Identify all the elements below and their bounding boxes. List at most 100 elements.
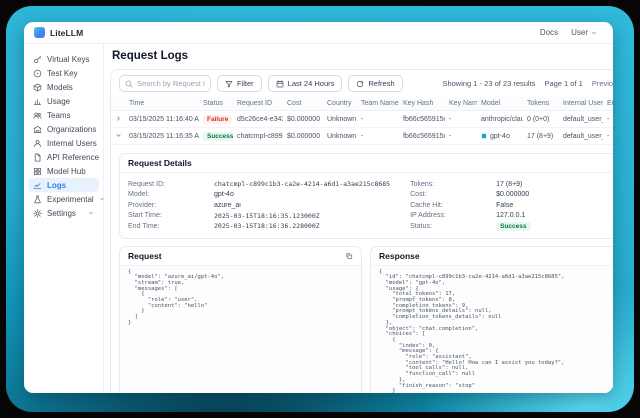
col-end-user: End User	[603, 97, 613, 111]
flask-icon	[33, 195, 42, 204]
request-details-title: Request Details	[120, 154, 613, 173]
cell-tokens: 0 (0+0)	[523, 111, 559, 128]
detail-tokens: 17 (8+9)	[496, 181, 522, 188]
filter-button[interactable]: Filter	[217, 75, 262, 92]
sidebar-item-teams[interactable]: Teams	[28, 108, 99, 122]
detail-status-badge: Success	[496, 222, 530, 231]
table-row[interactable]: 03/15/2025 11:16:40 AM Failure d5c26ce4-…	[111, 111, 613, 128]
refresh-button[interactable]: Refresh	[348, 75, 402, 92]
user-menu[interactable]: User	[571, 28, 597, 37]
sidebar-item-label: API Reference	[47, 153, 99, 162]
detail-label: Request ID:	[128, 181, 214, 188]
cell-internal-user: default_user_id	[559, 128, 603, 145]
col-internal-user: Internal User	[559, 97, 603, 111]
cell-end-user: -	[603, 111, 613, 128]
search-input[interactable]	[137, 79, 205, 88]
cell-time: 03/15/2025 11:16:40 AM	[125, 111, 199, 128]
detail-label: Model:	[128, 191, 214, 198]
search-box[interactable]	[119, 75, 211, 92]
detail-end-time: 2025-03-15T18:16:36.228000Z	[214, 222, 320, 230]
line-chart-icon	[33, 181, 42, 190]
cell-status: Success	[199, 128, 233, 145]
gear-icon	[33, 209, 42, 218]
sidebar-item-models[interactable]: Models	[28, 80, 99, 94]
table-header-row: Time Status Request ID Cost Country Team…	[111, 97, 613, 111]
sidebar-item-experimental[interactable]: Experimental	[28, 192, 99, 206]
refresh-button-label: Refresh	[368, 79, 394, 88]
sidebar-item-label: Model Hub	[47, 167, 86, 176]
page-title: Request Logs	[112, 50, 613, 62]
previous-page-button[interactable]: Previous	[592, 79, 613, 88]
cube-icon	[33, 83, 42, 92]
request-panel-title: Request	[128, 251, 162, 261]
calendar-icon	[276, 80, 284, 88]
detail-label: Cost:	[410, 191, 496, 198]
expand-row-button[interactable]	[111, 111, 125, 128]
col-request-id: Request ID	[233, 97, 283, 111]
sidebar-item-logs[interactable]: Logs	[28, 178, 99, 192]
request-details-left: Request ID:chatcmpl-c899c1b3-ca2e-4214-a…	[128, 179, 390, 232]
detail-cost: $0.000000	[496, 191, 529, 198]
results-count: Showing 1 - 23 of 23 results	[442, 79, 535, 88]
sidebar-item-organizations[interactable]: Organizations	[28, 122, 99, 136]
request-details-right: Tokens:17 (8+9) Cost:$0.000000 Cache Hit…	[410, 179, 608, 232]
user-icon	[33, 139, 42, 148]
docs-link[interactable]: Docs	[540, 28, 558, 37]
status-badge: Failure	[203, 115, 232, 124]
col-team-name: Team Name	[357, 97, 399, 111]
funnel-icon	[225, 80, 233, 88]
detail-label: Provider:	[128, 202, 214, 209]
expanded-row: Request Details Request ID:chatcmpl-c899…	[111, 145, 613, 394]
circle-dot-icon	[33, 69, 42, 78]
detail-label: Cache Hit:	[410, 202, 496, 209]
search-icon	[125, 80, 133, 88]
sidebar-item-api-reference[interactable]: API Reference	[28, 150, 99, 164]
sidebar-item-label: Logs	[47, 181, 66, 190]
detail-request-id: chatcmpl-c899c1b3-ca2e-4214-a6d1-a3ae215…	[214, 180, 390, 188]
sidebar-item-settings[interactable]: Settings	[28, 206, 99, 220]
collapse-row-button[interactable]	[111, 128, 125, 145]
col-key-name: Key Name	[445, 97, 477, 111]
sidebar-item-usage[interactable]: Usage	[28, 94, 99, 108]
col-model: Model	[477, 97, 523, 111]
sidebar-item-virtual-keys[interactable]: Virtual Keys	[28, 52, 99, 66]
sidebar-item-label: Experimental	[47, 195, 94, 204]
model-name: gpt-4o	[490, 133, 510, 140]
cell-cost: $0.000000	[283, 111, 323, 128]
chevron-down-icon	[591, 30, 597, 36]
bank-icon	[33, 125, 42, 134]
cell-status: Failure	[199, 111, 233, 128]
sidebar-item-model-hub[interactable]: Model Hub	[28, 164, 99, 178]
logs-toolbar: Filter Last 24 Hours Refresh Showing 1 -…	[111, 70, 613, 97]
col-tokens: Tokens	[523, 97, 559, 111]
chevron-right-icon	[115, 115, 122, 122]
logs-table: Time Status Request ID Cost Country Team…	[111, 97, 613, 393]
main-content: Request Logs Filter Last 24 Hours	[104, 44, 613, 393]
app-window: LiteLLM Docs User Virtual Keys Test Key …	[24, 22, 613, 393]
users-icon	[33, 111, 42, 120]
cell-request-id: d5c26ce4-e343...	[233, 111, 283, 128]
sidebar-item-label: Internal Users	[47, 139, 97, 148]
brand-title: LiteLLM	[50, 28, 83, 38]
table-row[interactable]: 03/15/2025 11:16:35 AM Success chatcmpl-…	[111, 128, 613, 145]
cell-cost: $0.000000	[283, 128, 323, 145]
time-range-button[interactable]: Last 24 Hours	[268, 75, 343, 92]
status-badge: Success	[203, 132, 233, 141]
cell-country: Unknown	[323, 111, 357, 128]
response-panel: Response { "id": "chatcmpl-c899c1b3-ca2e…	[370, 246, 613, 394]
copy-icon[interactable]	[345, 252, 353, 260]
sidebar-item-test-key[interactable]: Test Key	[28, 66, 99, 80]
file-icon	[33, 153, 42, 162]
app-header: LiteLLM Docs User	[24, 22, 613, 44]
cell-time: 03/15/2025 11:16:35 AM	[125, 128, 199, 145]
sidebar-item-label: Settings	[47, 209, 76, 218]
chevron-down-icon	[115, 132, 122, 139]
detail-label: Tokens:	[410, 181, 496, 188]
col-status: Status	[199, 97, 233, 111]
col-expand	[111, 97, 125, 111]
sidebar-item-internal-users[interactable]: Internal Users	[28, 136, 99, 150]
detail-cache-hit: False	[496, 202, 513, 209]
cell-team-name: -	[357, 111, 399, 128]
cell-team-name: -	[357, 128, 399, 145]
litellm-logo-icon	[34, 27, 45, 38]
